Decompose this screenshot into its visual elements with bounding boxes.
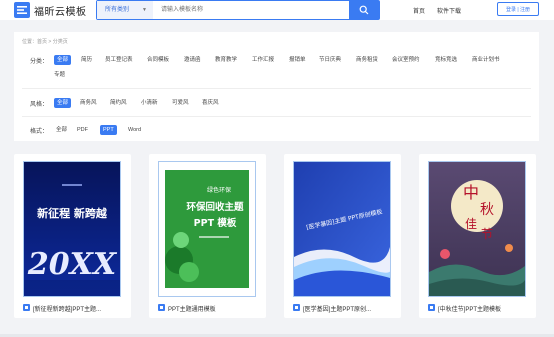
category-chip-resume[interactable]: 简历 xyxy=(81,55,92,65)
cover-tag: 绿色环保 xyxy=(207,186,231,194)
category-chip-invitation[interactable]: 邀请函 xyxy=(184,55,201,65)
format-label: 格式： xyxy=(30,129,49,135)
category-chip-education[interactable]: 教育教学 xyxy=(215,55,237,65)
template-title[interactable]: [新征程新跨越]PPT主题... xyxy=(33,304,123,313)
template-card[interactable]: 新征程 新跨越 20XX [新征程新跨越]PPT主题... xyxy=(14,154,131,318)
cover-title: 环保回收主题 xyxy=(186,201,244,213)
search-bar: 所有类别 ▼ xyxy=(96,0,380,20)
category-chip-all[interactable]: 全部 xyxy=(54,55,72,65)
format-chip-pdf[interactable]: PDF xyxy=(77,125,88,135)
style-chip-business[interactable]: 商务风 xyxy=(80,98,97,108)
category-chip-bidding[interactable]: 竞标竞选 xyxy=(435,55,457,65)
category-select-label: 所有类别 xyxy=(105,7,130,13)
template-card[interactable]: 中 秋 佳 节 [中秋佳节]PPT主题模板 xyxy=(419,154,536,318)
category-label: 分类： xyxy=(30,59,49,65)
template-title[interactable]: PPT主题通用模板 xyxy=(168,304,258,313)
chevron-down-icon: ▼ xyxy=(142,7,147,13)
search-input[interactable] xyxy=(161,1,341,19)
style-chip-festive[interactable]: 喜庆风 xyxy=(202,98,219,108)
style-label: 风格： xyxy=(30,102,49,108)
ppt-file-icon xyxy=(23,304,30,311)
category-chip-employee-form[interactable]: 员工登记表 xyxy=(105,55,133,65)
template-title[interactable]: [中秋佳节]PPT主题模板 xyxy=(438,304,528,313)
nav-home-link[interactable]: 首页 xyxy=(413,6,425,15)
category-chip-business-plan[interactable]: 商业计划书 xyxy=(472,55,500,65)
format-chip-all[interactable]: 全部 xyxy=(56,125,67,135)
category-chip-festival[interactable]: 节日庆典 xyxy=(319,55,341,65)
category-select[interactable]: 所有类别 ▼ xyxy=(97,1,153,19)
template-thumbnail[interactable]: [医学基因]主题 PPT原创模板 xyxy=(293,161,391,297)
search-button[interactable] xyxy=(349,1,379,19)
style-chip-cute[interactable]: 可爱风 xyxy=(172,98,189,108)
style-chip-minimal[interactable]: 简约风 xyxy=(110,98,127,108)
cover-char: 中 xyxy=(463,183,479,202)
login-register-button[interactable]: 登录 | 注册 xyxy=(497,2,539,16)
cover-subtitle: PPT 模板 xyxy=(194,217,237,229)
filter-divider xyxy=(22,116,531,117)
top-header: 福昕云模板 所有类别 ▼ 首页 软件下载 登录 | 注册 xyxy=(0,0,554,20)
filter-panel: 位置：首页 > 分类页 分类： 全部 简历 员工登记表 合同模板 邀请函 教育教… xyxy=(14,32,539,141)
ppt-file-icon xyxy=(158,304,165,311)
format-chip-word[interactable]: Word xyxy=(128,125,141,135)
ppt-file-icon xyxy=(428,304,435,311)
format-chip-ppt[interactable]: PPT xyxy=(100,125,117,135)
template-thumbnail[interactable]: 新征程 新跨越 20XX xyxy=(23,161,121,297)
template-logo-icon[interactable] xyxy=(14,2,30,18)
template-card[interactable]: [医学基因]主题 PPT原创模板 [医学基因]主题PPT原创... xyxy=(284,154,401,318)
nav-download-link[interactable]: 软件下载 xyxy=(437,6,461,15)
cover-char: 节 xyxy=(481,227,493,241)
filter-divider xyxy=(22,88,531,89)
category-chip-work-report[interactable]: 工作汇报 xyxy=(252,55,274,65)
cover-title: 新征程 新跨越 xyxy=(37,206,108,220)
cover-char: 秋 xyxy=(480,202,494,218)
category-chip-meeting-room[interactable]: 会议室预约 xyxy=(392,55,420,65)
template-title[interactable]: [医学基因]主题PPT原创... xyxy=(303,304,393,313)
category-chip-contract[interactable]: 合同模板 xyxy=(147,55,169,65)
cover-char: 佳 xyxy=(465,217,477,231)
cover-year: 20XX xyxy=(27,247,118,282)
template-card[interactable]: 绿色环保 环保回收主题 PPT 模板 PPT主题通用模板 xyxy=(149,154,266,318)
search-icon xyxy=(359,5,369,15)
category-chip-reimbursement[interactable]: 报销单 xyxy=(289,55,306,65)
template-thumbnail[interactable]: 中 秋 佳 节 xyxy=(428,161,526,297)
category-chip-lease[interactable]: 商务租赁 xyxy=(356,55,378,65)
brand-name[interactable]: 福昕云模板 xyxy=(34,3,87,18)
style-chip-fresh[interactable]: 小清新 xyxy=(141,98,158,108)
category-chip-topic[interactable]: 专题 xyxy=(54,70,65,80)
style-chip-all[interactable]: 全部 xyxy=(54,98,72,108)
ppt-file-icon xyxy=(293,304,300,311)
breadcrumb: 位置：首页 > 分类页 xyxy=(22,39,68,45)
template-thumbnail[interactable]: 绿色环保 环保回收主题 PPT 模板 xyxy=(158,161,256,297)
